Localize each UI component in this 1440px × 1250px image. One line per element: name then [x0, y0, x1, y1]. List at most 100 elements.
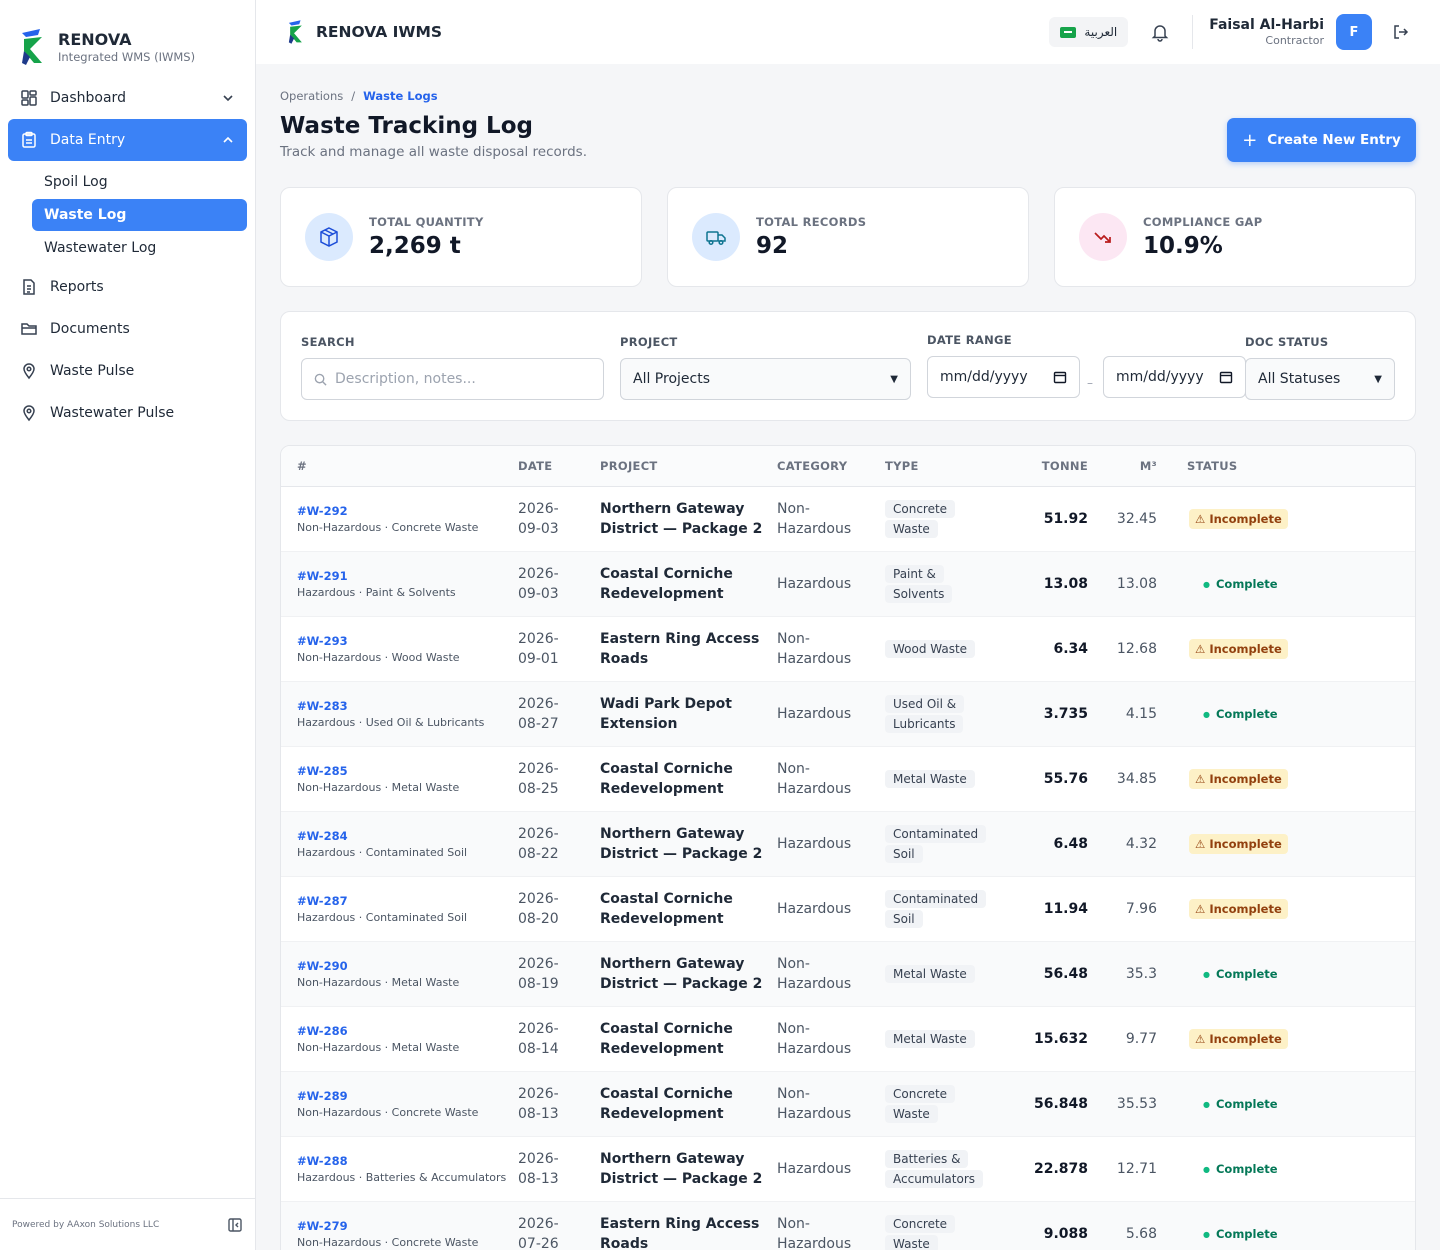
record-id-link[interactable]: #W-283 — [297, 699, 518, 713]
record-id-link[interactable]: #W-285 — [297, 764, 518, 778]
cell-project: Eastern Ring Access Roads — [600, 1201, 777, 1250]
project-line: Roads — [600, 650, 649, 667]
record-id-link[interactable]: #W-288 — [297, 1154, 518, 1168]
date-line: 2026- — [518, 825, 559, 842]
table-row[interactable]: #W-284 Hazardous · Contaminated Soil 202… — [281, 811, 1415, 877]
status-text: Incomplete — [1209, 836, 1282, 851]
record-id-link[interactable]: #W-289 — [297, 1089, 518, 1103]
type-chip: Concrete Waste — [885, 499, 956, 538]
date-line: 2026- — [518, 630, 559, 647]
table-row[interactable]: #W-285 Non-Hazardous · Metal Waste 2026-… — [281, 746, 1415, 812]
warning-icon: ⚠ — [1195, 641, 1210, 656]
status-text: Incomplete — [1209, 641, 1282, 656]
project-line: District — Package 2 — [600, 520, 763, 537]
record-id-link[interactable]: #W-287 — [297, 894, 518, 908]
status-badge-complete: Complete — [1189, 574, 1292, 594]
record-id-link[interactable]: #W-290 — [297, 959, 518, 973]
page-subtitle: Track and manage all waste disposal reco… — [280, 144, 588, 160]
table-row[interactable]: #W-293 Non-Hazardous · Wood Waste 2026- 0… — [281, 616, 1415, 682]
column-header-project[interactable]: PROJECT — [600, 446, 777, 487]
record-id-link[interactable]: #W-279 — [297, 1219, 518, 1233]
logout-icon[interactable] — [1392, 23, 1410, 41]
sidebar-nav: Dashboard Data Entry — [0, 77, 255, 161]
cell-project: Northern Gateway District — Package 2 — [600, 1136, 777, 1202]
category-line: Hazardous — [777, 705, 852, 722]
table-row[interactable]: #W-292 Non-Hazardous · Concrete Waste 20… — [281, 486, 1415, 552]
table-row[interactable]: #W-287 Hazardous · Contaminated Soil 202… — [281, 876, 1415, 942]
create-new-entry-button[interactable]: + Create New Entry — [1227, 118, 1416, 162]
language-switch[interactable]: العربية — [1049, 17, 1129, 47]
sidebar-item-waste-pulse[interactable]: Waste Pulse — [8, 350, 247, 392]
column-header-id[interactable]: # — [281, 446, 518, 487]
category-line: Hazardous — [777, 575, 852, 592]
user-name: Faisal Al-Harbi — [1209, 17, 1324, 33]
table-header-row: # DATE PROJECT CATEGORY TYPE TONNE M³ ST… — [281, 446, 1415, 487]
date-from-input[interactable]: mm/dd/yyyy — [927, 356, 1080, 398]
column-header-category[interactable]: CATEGORY — [777, 446, 885, 487]
cell-category: Hazardous — [777, 681, 885, 747]
table-row[interactable]: #W-279 Non-Hazardous · Concrete Waste 20… — [281, 1201, 1415, 1250]
date-to-input[interactable]: mm/dd/yyyy — [1103, 356, 1246, 398]
page-title: Waste Tracking Log — [280, 113, 533, 139]
sidebar-item-wastewater-pulse[interactable]: Wastewater Pulse — [8, 392, 247, 434]
sidebar-item-documents[interactable]: Documents — [8, 308, 247, 350]
sidebar-item-data-entry[interactable]: Data Entry — [8, 119, 247, 161]
doc-status-select[interactable]: All Statuses ▼ — [1245, 358, 1395, 400]
cell-project: Eastern Ring Access Roads — [600, 616, 777, 682]
user-role: Contractor — [1265, 34, 1324, 47]
date-line: 2026- — [518, 1150, 559, 1167]
breadcrumb-parent[interactable]: Operations — [280, 89, 343, 103]
table-row[interactable]: #W-289 Non-Hazardous · Concrete Waste 20… — [281, 1071, 1415, 1137]
calendar-icon[interactable] — [1219, 370, 1233, 384]
type-chip: Wood Waste — [885, 639, 976, 658]
column-header-m3[interactable]: M³ — [1088, 446, 1157, 487]
sidebar-subitem-spoil-log[interactable]: Spoil Log — [32, 166, 247, 198]
stat-value: 10.9% — [1143, 233, 1223, 259]
sidebar-item-reports[interactable]: Reports — [8, 266, 247, 308]
sidebar-subitem-waste-log[interactable]: Waste Log — [32, 199, 247, 231]
collapse-sidebar-icon[interactable] — [227, 1217, 243, 1233]
folder-icon — [21, 323, 37, 335]
project-line: Northern Gateway — [600, 500, 745, 517]
table-row[interactable]: #W-283 Hazardous · Used Oil & Lubricants… — [281, 681, 1415, 747]
warning-icon: ⚠ — [1195, 771, 1210, 786]
cell-tonne: 15.632 — [995, 1006, 1088, 1072]
date-line: 2026- — [518, 1215, 559, 1232]
date-line: 08-13 — [518, 1105, 559, 1122]
record-id-link[interactable]: #W-291 — [297, 569, 518, 583]
cell-m3: 5.68 — [1088, 1201, 1157, 1250]
type-chip: Contaminated Soil — [885, 889, 987, 928]
column-header-type[interactable]: TYPE — [885, 446, 995, 487]
cell-date: 2026- 08-27 — [518, 681, 600, 747]
table-row[interactable]: #W-286 Non-Hazardous · Metal Waste 2026-… — [281, 1006, 1415, 1072]
column-header-tonne[interactable]: TONNE — [995, 446, 1088, 487]
table-row[interactable]: #W-291 Hazardous · Paint & Solvents 2026… — [281, 551, 1415, 617]
category-line: Hazardous — [777, 650, 852, 667]
sidebar-item-dashboard[interactable]: Dashboard — [8, 77, 247, 119]
cell-type: Paint & Solvents — [885, 551, 995, 617]
create-button-label: Create New Entry — [1267, 132, 1401, 148]
status-badge-complete: Complete — [1189, 964, 1292, 984]
table-row[interactable]: #W-290 Non-Hazardous · Metal Waste 2026-… — [281, 941, 1415, 1007]
project-select[interactable]: All Projects ▼ — [620, 358, 911, 400]
search-input[interactable]: Description, notes... — [301, 358, 604, 400]
sidebar-subitem-wastewater-log[interactable]: Wastewater Log — [32, 232, 247, 264]
record-id-link[interactable]: #W-286 — [297, 1024, 518, 1038]
map-pin-icon — [23, 363, 35, 380]
record-id-link[interactable]: #W-293 — [297, 634, 518, 648]
date-line: 08-27 — [518, 715, 559, 732]
bell-icon[interactable] — [1150, 22, 1170, 42]
date-line: 08-22 — [518, 845, 559, 862]
column-header-date[interactable]: DATE — [518, 446, 600, 487]
table-row[interactable]: #W-288 Hazardous · Batteries & Accumulat… — [281, 1136, 1415, 1202]
column-header-status[interactable]: STATUS — [1157, 446, 1415, 487]
calendar-icon[interactable] — [1053, 370, 1067, 384]
record-id-link[interactable]: #W-292 — [297, 504, 518, 518]
record-subtitle: Hazardous · Batteries & Accumulators — [297, 1170, 507, 1184]
status-badge-incomplete: ⚠ Incomplete — [1189, 638, 1288, 659]
cell-date: 2026- 08-13 — [518, 1136, 600, 1202]
record-id-link[interactable]: #W-284 — [297, 829, 518, 843]
cell-date: 2026- 09-03 — [518, 551, 600, 617]
date-range-label: DATE RANGE — [927, 333, 1012, 347]
avatar[interactable]: F — [1336, 14, 1372, 50]
